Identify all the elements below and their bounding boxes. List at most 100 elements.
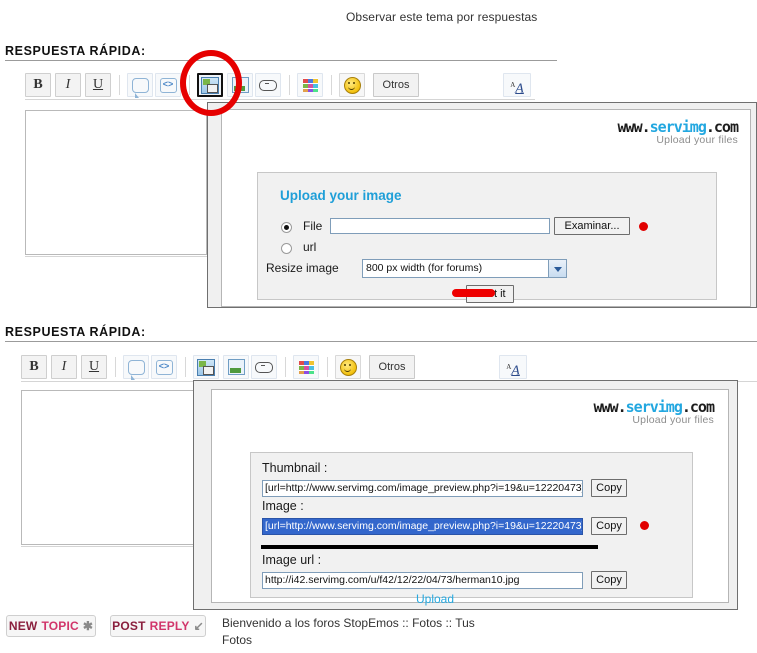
italic-label: I xyxy=(65,77,71,92)
post-reply-dark-label: POST xyxy=(112,619,146,633)
quote-icon xyxy=(131,77,149,98)
smiley-icon xyxy=(339,358,357,376)
bold-label: B xyxy=(33,77,43,92)
color-palette-icon xyxy=(302,78,318,92)
new-topic-light-label: TOPIC xyxy=(41,619,79,633)
smiley-button[interactable] xyxy=(339,73,365,97)
code-button[interactable]: <> xyxy=(151,355,177,379)
color-button[interactable] xyxy=(293,355,319,379)
quote-button[interactable] xyxy=(123,355,149,380)
others-label: Otros xyxy=(378,361,406,373)
logo-www: www. xyxy=(593,398,627,416)
font-size-icon: AA xyxy=(510,80,524,96)
quick-reply-rule-top xyxy=(5,60,557,61)
color-palette-icon xyxy=(298,360,314,374)
link-icon xyxy=(255,361,273,373)
copy-image-url-button[interactable]: Copy xyxy=(591,571,627,589)
quote-icon xyxy=(127,359,145,380)
toolbar-separator xyxy=(331,75,332,95)
underline-label: U xyxy=(92,77,104,92)
font-button[interactable]: AA xyxy=(499,355,527,379)
others-button[interactable]: Otros xyxy=(369,355,415,379)
logo-www: www. xyxy=(617,118,651,136)
post-reply-button[interactable]: POST REPLY ↙ xyxy=(110,615,206,637)
arrow-down-left-icon: ↙ xyxy=(193,619,204,633)
file-input[interactable] xyxy=(330,218,550,234)
image-input[interactable]: [url=http://www.servimg.com/image_previe… xyxy=(262,518,583,535)
link-button[interactable] xyxy=(251,355,277,379)
resize-select[interactable]: 800 px width (for forums) xyxy=(362,259,567,278)
underline-button[interactable]: U xyxy=(85,73,111,97)
browse-button[interactable]: Examinar... xyxy=(554,217,630,235)
servimg-result-window-body: www.servimg.com Upload your files Thumbn… xyxy=(211,389,729,606)
bold-button[interactable]: B xyxy=(25,73,51,97)
editor-bottom-rule-bottom xyxy=(21,546,199,547)
result-links-panel: Thumbnail : [url=http://www.servimg.com/… xyxy=(250,452,693,606)
screenshot-root: Observar este tema por respuestas RESPUE… xyxy=(0,0,757,653)
asterisk-icon: ✱ xyxy=(82,619,94,633)
new-topic-button[interactable]: NEW TOPIC ✱ xyxy=(6,615,96,637)
underline-button[interactable]: U xyxy=(81,355,107,379)
thumbnail-input[interactable]: [url=http://www.servimg.com/image_previe… xyxy=(262,480,583,497)
message-textarea-top[interactable] xyxy=(25,110,207,255)
quick-reply-title-bottom: RESPUESTA RÁPIDA: xyxy=(5,325,146,339)
quick-reply-rule-bottom xyxy=(5,341,757,342)
servimg-result-window: www.servimg.com Upload your files Thumbn… xyxy=(193,380,738,610)
link-button[interactable] xyxy=(255,73,281,97)
toolbar-separator xyxy=(327,357,328,377)
link-icon xyxy=(259,79,277,91)
insert-image-icon xyxy=(227,359,245,375)
upload-image-panel: Upload your image File Examinar... url R… xyxy=(257,172,717,303)
toolbar-underline-top xyxy=(25,99,535,100)
code-icon: <> xyxy=(159,77,177,93)
servimg-upload-window-body: www.servimg.com Upload your files Upload… xyxy=(221,109,751,307)
thumbnail-label: Thumbnail : xyxy=(262,461,328,475)
annotation-line-separator xyxy=(261,545,598,549)
image-url-label: Image url : xyxy=(262,553,322,567)
insert-image-button[interactable] xyxy=(223,355,249,379)
watch-topic-link[interactable]: Observar este tema por respuestas xyxy=(346,10,537,24)
upload-link[interactable]: Upload xyxy=(416,592,454,606)
toolbar-separator xyxy=(285,357,286,377)
toolbar-separator xyxy=(185,357,186,377)
italic-button[interactable]: I xyxy=(51,355,77,379)
annotation-dot-image xyxy=(640,521,649,530)
url-radio[interactable] xyxy=(281,243,292,254)
smiley-icon xyxy=(343,76,361,94)
italic-button[interactable]: I xyxy=(55,73,81,97)
font-button[interactable]: AA xyxy=(503,73,531,97)
file-radio[interactable] xyxy=(281,222,292,233)
breadcrumb: Bienvenido a los foros StopEmos :: Fotos… xyxy=(222,615,622,649)
others-button[interactable]: Otros xyxy=(373,73,419,97)
image-url-input[interactable]: http://i42.servimg.com/u/f42/12/22/04/73… xyxy=(262,572,583,589)
editor-toolbar-bottom: B I U <> Otros AA xyxy=(21,355,531,381)
quote-button[interactable] xyxy=(127,73,153,98)
host-image-icon xyxy=(197,358,215,376)
smiley-button[interactable] xyxy=(335,355,361,379)
annotation-dot-browse xyxy=(639,222,648,231)
new-topic-dark-label: NEW xyxy=(8,619,38,633)
image-label: Image : xyxy=(262,499,304,513)
bold-button[interactable]: B xyxy=(21,355,47,379)
color-button[interactable] xyxy=(297,73,323,97)
file-label: File xyxy=(303,219,323,233)
message-textarea-bottom[interactable] xyxy=(21,390,199,545)
others-label: Otros xyxy=(382,79,410,91)
bold-label: B xyxy=(29,359,39,374)
breadcrumb-line-2: Fotos xyxy=(222,633,253,647)
toolbar-separator xyxy=(289,75,290,95)
copy-image-button[interactable]: Copy xyxy=(591,517,627,535)
resize-label: Resize image xyxy=(266,261,339,275)
servimg-upload-window: www.servimg.com Upload your files Upload… xyxy=(207,102,757,308)
annotation-circle-host-image xyxy=(180,50,242,116)
annotation-bar-host-it xyxy=(452,289,495,297)
upload-panel-title: Upload your image xyxy=(280,188,402,203)
toolbar-separator xyxy=(115,357,116,377)
editor-toolbar-top: B I U <> Otros AA xyxy=(25,73,535,99)
code-button[interactable]: <> xyxy=(155,73,181,97)
post-reply-light-label: REPLY xyxy=(149,619,190,633)
servimg-logo: www.servimg.com Upload your files xyxy=(617,118,739,146)
toolbar-separator xyxy=(119,75,120,95)
copy-thumbnail-button[interactable]: Copy xyxy=(591,479,627,497)
host-image-button[interactable] xyxy=(193,355,219,379)
